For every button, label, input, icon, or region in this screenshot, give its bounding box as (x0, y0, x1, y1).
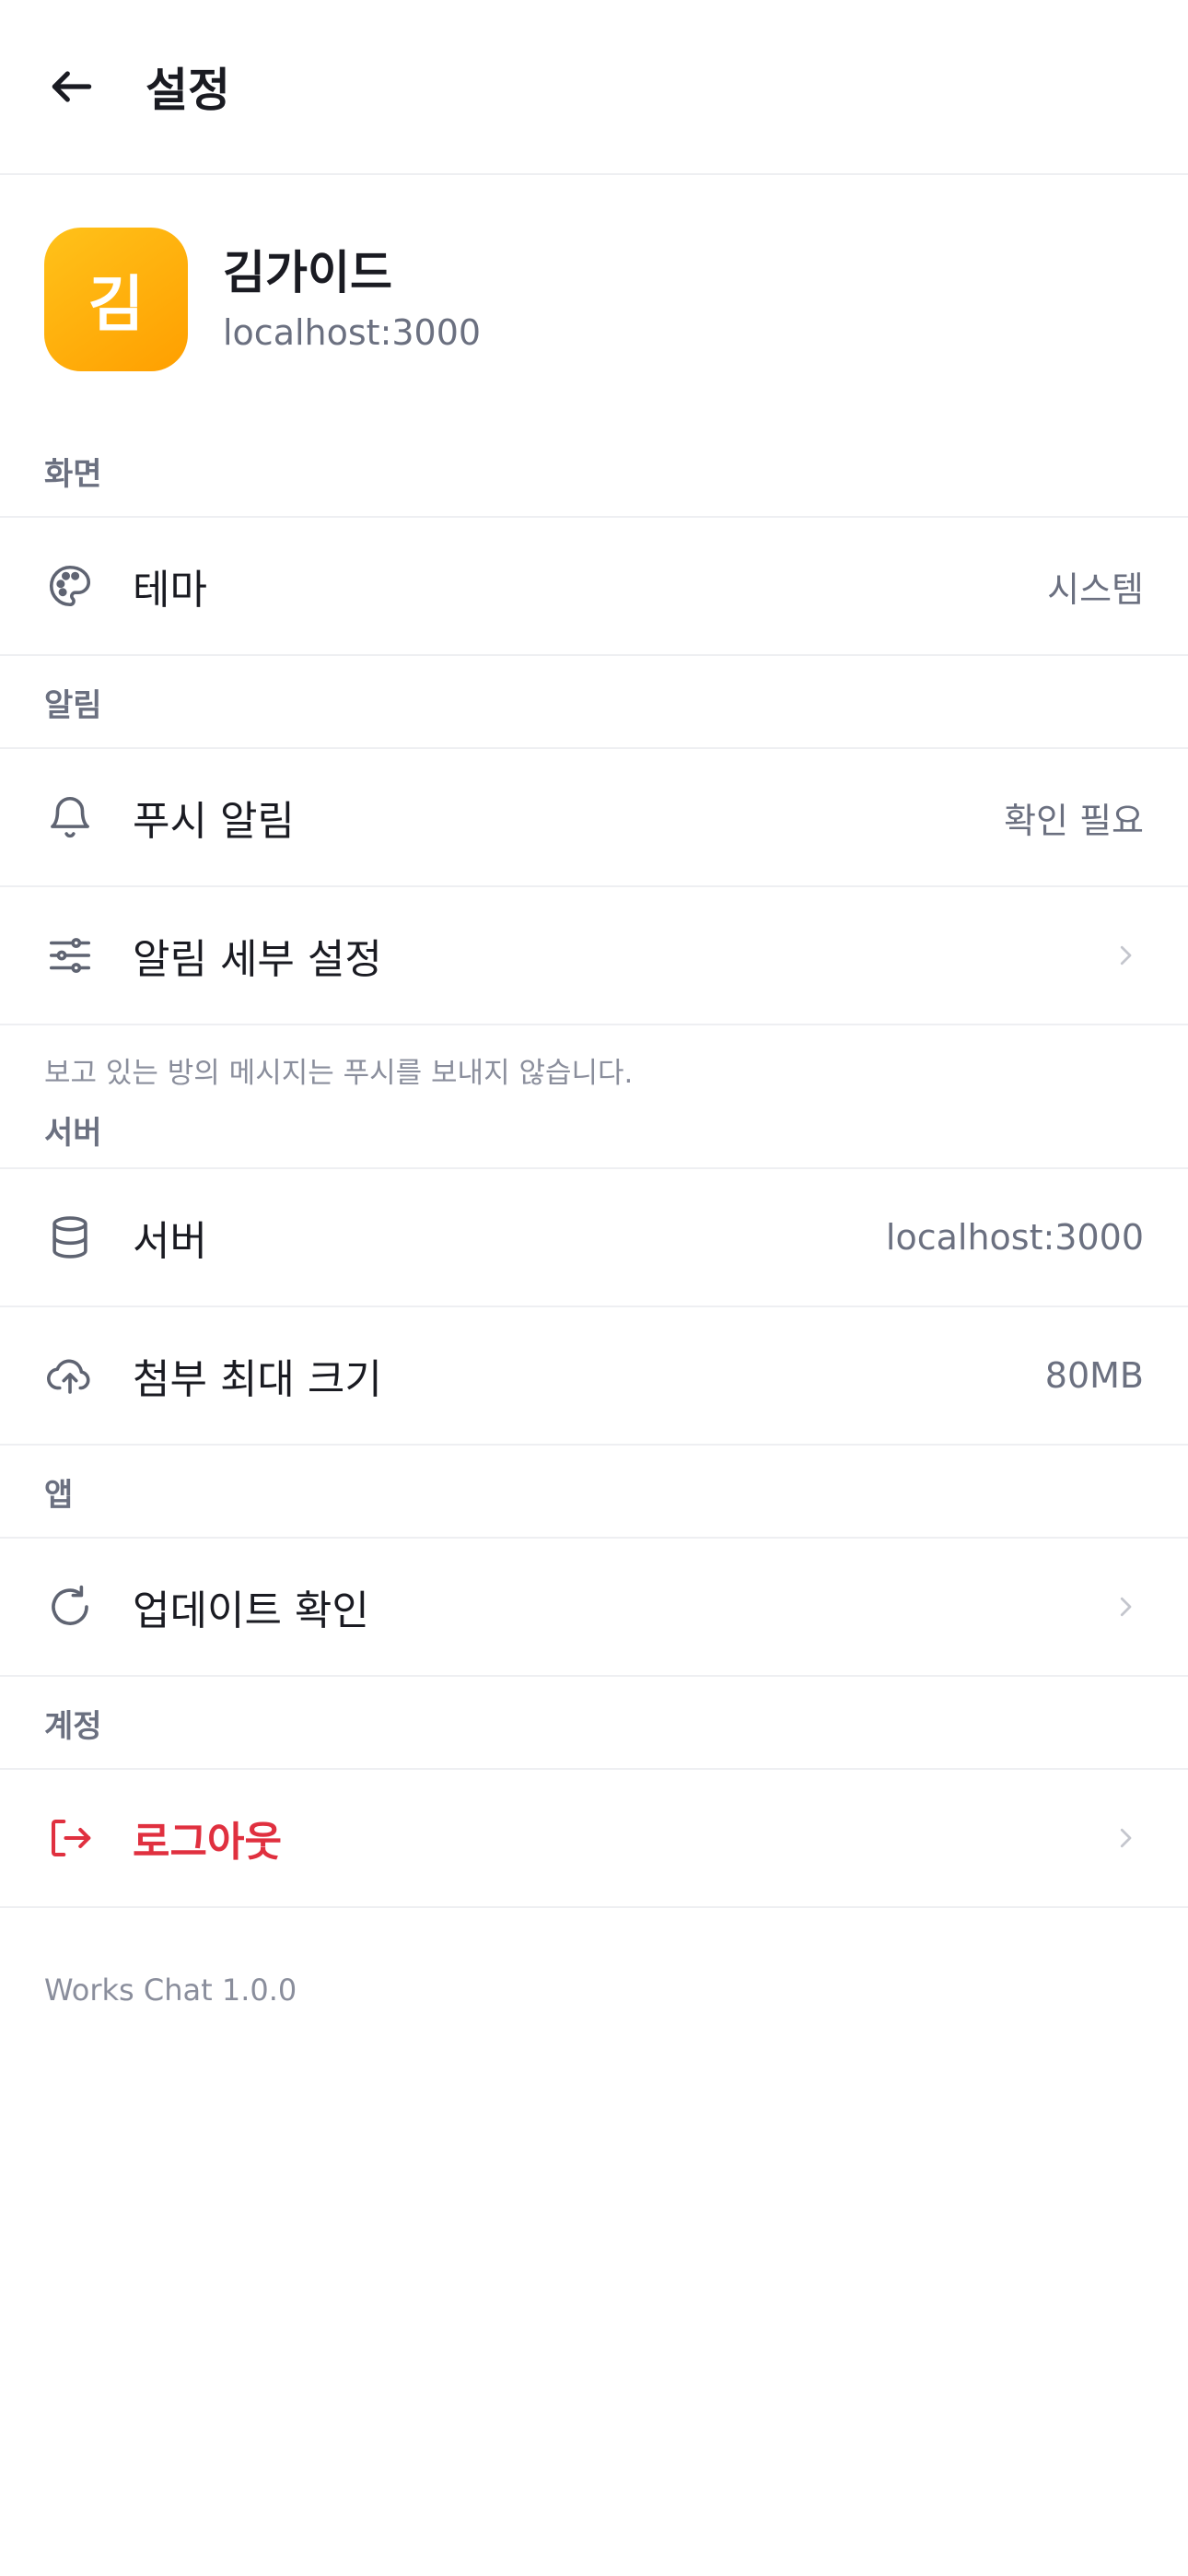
push-notification-label: 푸시 알림 (133, 798, 295, 845)
sliders-icon (44, 930, 96, 981)
push-notification-value: 확인 필요 (1004, 800, 1144, 841)
logout-icon (44, 1812, 96, 1864)
chevron-right-icon (1107, 1820, 1144, 1856)
group-account: 로그아웃 (0, 1768, 1188, 1908)
refresh-icon (44, 1581, 96, 1633)
profile-card: 김 김가이드 localhost:3000 (0, 175, 1188, 424)
theme-label: 테마 (133, 567, 207, 614)
section-label-server: 서버 (44, 1115, 102, 1152)
app-version: Works Chat 1.0.0 (44, 1973, 297, 2008)
update-check-label: 업데이트 확인 (133, 1587, 369, 1634)
group-server: 서버 localhost:3000 첨부 최대 크기 80MB (0, 1167, 1188, 1446)
cloud-upload-icon (44, 1350, 96, 1401)
notification-detail-label: 알림 세부 설정 (133, 936, 382, 983)
group-notifications: 푸시 알림 확인 필요 알림 세부 설정 (0, 747, 1188, 1025)
palette-icon (44, 560, 96, 612)
upload-limit-label: 첨부 최대 크기 (133, 1356, 382, 1403)
update-check-row[interactable]: 업데이트 확인 (0, 1539, 1188, 1677)
notification-note: 보고 있는 방의 메시지는 푸시를 보내지 않습니다. (44, 1057, 634, 1090)
group-app: 업데이트 확인 (0, 1537, 1188, 1677)
theme-row[interactable]: 테마 시스템 (0, 518, 1188, 656)
logout-label: 로그아웃 (133, 1819, 282, 1866)
logout-row[interactable]: 로그아웃 (0, 1770, 1188, 1908)
section-label-app: 앱 (44, 1477, 74, 1514)
group-display: 테마 시스템 (0, 516, 1188, 656)
avatar: 김 (44, 228, 188, 371)
notification-detail-row[interactable]: 알림 세부 설정 (0, 887, 1188, 1025)
profile-info: 김가이드 localhost:3000 (223, 245, 481, 354)
chevron-right-icon (1107, 1588, 1144, 1625)
push-notification-row[interactable]: 푸시 알림 확인 필요 (0, 749, 1188, 887)
settings-page: 설정 김 김가이드 localhost:3000 화면 테마 시스템 알림 푸시… (0, 0, 1188, 2576)
section-label-display: 화면 (44, 456, 102, 493)
upload-limit-value: 80MB (1044, 1355, 1144, 1396)
profile-host: localhost:3000 (223, 312, 482, 353)
header: 설정 (0, 0, 1188, 175)
upload-limit-row[interactable]: 첨부 최대 크기 80MB (0, 1307, 1188, 1446)
section-label-notifications: 알림 (44, 687, 102, 724)
server-label: 서버 (133, 1218, 207, 1265)
chevron-right-icon (1107, 937, 1144, 974)
back-button[interactable] (44, 59, 99, 114)
profile-name: 김가이드 (223, 246, 392, 299)
bell-icon (44, 791, 96, 843)
theme-value: 시스템 (1047, 568, 1144, 610)
section-label-account: 계정 (44, 1708, 102, 1745)
page-title: 설정 (146, 64, 230, 117)
arrow-left-icon (52, 71, 92, 102)
server-row[interactable]: 서버 localhost:3000 (0, 1169, 1188, 1307)
database-icon (44, 1212, 96, 1263)
server-value: localhost:3000 (885, 1217, 1144, 1258)
